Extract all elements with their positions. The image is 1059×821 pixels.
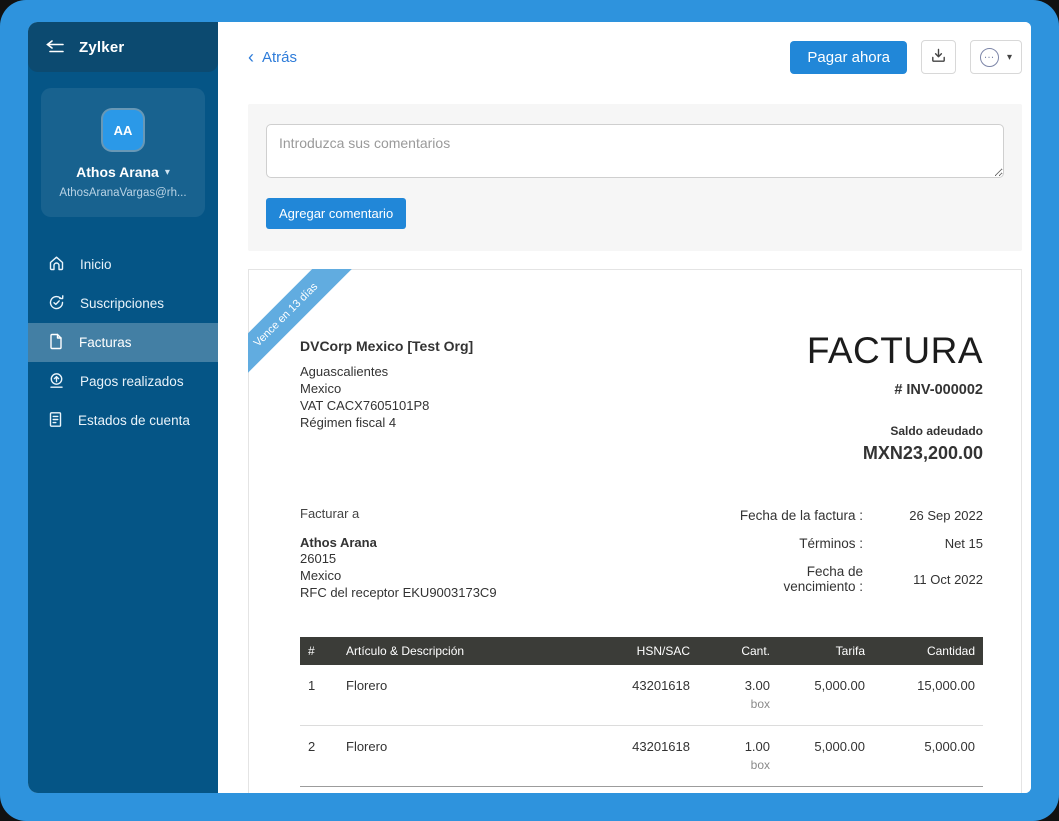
company-address-line: Mexico <box>300 380 473 397</box>
cell-rate: 5,000.00 <box>778 665 873 726</box>
sidebar-item-label: Facturas <box>79 335 132 350</box>
ellipsis-icon: … <box>980 48 999 67</box>
cell-hsn: 43201618 <box>588 726 698 787</box>
statement-icon <box>48 411 63 431</box>
chevron-down-icon: ▾ <box>1007 52 1012 63</box>
due-date-row: Fecha de vencimiento : 11 Oct 2022 <box>713 564 983 594</box>
back-chevron-icon: ‹ <box>248 48 254 66</box>
table-row: 1 Florero 43201618 3.00 box 5,000.00 15,… <box>300 665 983 726</box>
company-name: DVCorp Mexico [Test Org] <box>300 338 473 354</box>
balance-due-value: MXN23,200.00 <box>807 443 983 464</box>
sidebar-item-facturas[interactable]: Facturas <box>28 323 218 362</box>
cell-item: Florero <box>338 726 588 787</box>
cell-amount: 5,000.00 <box>873 726 983 787</box>
home-icon <box>48 255 65 275</box>
invoice-date-label: Fecha de la factura : <box>713 508 863 523</box>
topbar: ‹ Atrás Pagar ahora <box>248 22 1022 78</box>
sidebar-item-label: Pagos realizados <box>80 374 184 389</box>
col-header-item: Artículo & Descripción <box>338 637 588 665</box>
sidebar-item-suscripciones[interactable]: Suscripciones <box>28 284 218 323</box>
topbar-actions: Pagar ahora … ▾ <box>790 40 1022 74</box>
cell-item: Florero <box>338 665 588 726</box>
brand-name: Zylker <box>79 39 124 56</box>
cell-hsn: 43201618 <box>588 665 698 726</box>
subtotal-row: Subtotal 20,000.00 <box>300 787 983 793</box>
sidebar-item-estados-de-cuenta[interactable]: Estados de cuenta <box>28 401 218 440</box>
comments-panel: Agregar comentario <box>248 104 1022 251</box>
cell-amount: 15,000.00 <box>873 665 983 726</box>
cell-qty: 3.00 box <box>698 665 778 726</box>
invoice-card: Vence en 13 días DVCorp Mexico [Test Org… <box>248 269 1022 793</box>
table-header-row: # Artículo & Descripción HSN/SAC Cant. T… <box>300 637 983 665</box>
invoice-date-value: 26 Sep 2022 <box>863 508 983 523</box>
terms-row: Términos : Net 15 <box>713 536 983 551</box>
company-address-line: Aguascalientes <box>300 363 473 380</box>
user-card: AA Athos Arana ▾ AthosAranaVargas@rh... <box>41 88 205 217</box>
main-content: ‹ Atrás Pagar ahora <box>218 22 1031 793</box>
sidebar-header: Zylker <box>28 22 218 72</box>
user-email: AthosAranaVargas@rh... <box>51 187 195 199</box>
table-row: 2 Florero 43201618 1.00 box 5,000.00 5,0… <box>300 726 983 787</box>
company-block: DVCorp Mexico [Test Org] Aguascalientes … <box>300 338 473 464</box>
cell-num: 1 <box>300 665 338 726</box>
bill-to-rfc: RFC del receptor EKU9003173C9 <box>300 584 497 601</box>
user-name: Athos Arana <box>76 164 159 180</box>
col-header-rate: Tarifa <box>778 637 873 665</box>
col-header-hsn: HSN/SAC <box>588 637 698 665</box>
line-items-table: # Artículo & Descripción HSN/SAC Cant. T… <box>300 637 983 787</box>
cell-qty: 1.00 box <box>698 726 778 787</box>
avatar: AA <box>103 110 143 150</box>
sidebar-item-label: Suscripciones <box>80 296 164 311</box>
invoice-file-icon <box>48 333 64 353</box>
invoice-date-row: Fecha de la factura : 26 Sep 2022 <box>713 508 983 523</box>
sidebar-collapse-icon[interactable] <box>46 40 65 54</box>
back-link[interactable]: ‹ Atrás <box>248 48 297 66</box>
comment-input[interactable] <box>266 124 1004 178</box>
pay-now-button[interactable]: Pagar ahora <box>790 41 907 74</box>
chevron-down-icon: ▾ <box>165 167 170 178</box>
unit-label: box <box>706 758 770 772</box>
sidebar-item-label: Estados de cuenta <box>78 413 190 428</box>
invoice-title-block: FACTURA # INV-000002 Saldo adeudado MXN2… <box>807 330 983 464</box>
bill-to-address-line: Mexico <box>300 567 497 584</box>
sidebar-item-pagos-realizados[interactable]: Pagos realizados <box>28 362 218 401</box>
sidebar-item-label: Inicio <box>80 257 112 272</box>
col-header-num: # <box>300 637 338 665</box>
cell-num: 2 <box>300 726 338 787</box>
bill-to-label: Facturar a <box>300 506 497 521</box>
back-label: Atrás <box>262 49 297 66</box>
add-comment-button[interactable]: Agregar comentario <box>266 198 406 229</box>
invoice-number: # INV-000002 <box>807 382 983 398</box>
bill-to-block: Facturar a Athos Arana 26015 Mexico RFC … <box>300 506 497 607</box>
terms-label: Términos : <box>713 536 863 551</box>
col-header-amount: Cantidad <box>873 637 983 665</box>
cell-rate: 5,000.00 <box>778 726 873 787</box>
terms-value: Net 15 <box>863 536 983 551</box>
invoice-meta: Fecha de la factura : 26 Sep 2022 Términ… <box>713 508 983 607</box>
due-date-value: 11 Oct 2022 <box>863 572 983 587</box>
sidebar-nav: Inicio Suscripciones <box>28 245 218 440</box>
company-fiscal-regime: Régimen fiscal 4 <box>300 414 473 431</box>
download-icon <box>931 48 946 66</box>
company-vat: VAT CACX7605101P8 <box>300 397 473 414</box>
sidebar-item-inicio[interactable]: Inicio <box>28 245 218 284</box>
bill-to-address-line: 26015 <box>300 550 497 567</box>
payments-icon <box>48 372 65 392</box>
sidebar: Zylker AA Athos Arana ▾ AthosAranaVargas… <box>28 22 218 793</box>
unit-label: box <box>706 697 770 711</box>
app-container: Zylker AA Athos Arana ▾ AthosAranaVargas… <box>28 22 1031 793</box>
invoice-body: DVCorp Mexico [Test Org] Aguascalientes … <box>249 270 1021 793</box>
col-header-qty: Cant. <box>698 637 778 665</box>
bill-to-name: Athos Arana <box>300 535 497 550</box>
due-date-label: Fecha de vencimiento : <box>748 564 863 594</box>
app-window-frame: Zylker AA Athos Arana ▾ AthosAranaVargas… <box>0 0 1059 821</box>
user-name-dropdown[interactable]: Athos Arana ▾ <box>51 164 195 180</box>
invoice-title: FACTURA <box>807 330 983 372</box>
balance-due-label: Saldo adeudado <box>807 424 983 438</box>
more-actions-button[interactable]: … ▾ <box>970 40 1022 74</box>
subscriptions-icon <box>48 294 65 314</box>
download-button[interactable] <box>921 40 956 74</box>
